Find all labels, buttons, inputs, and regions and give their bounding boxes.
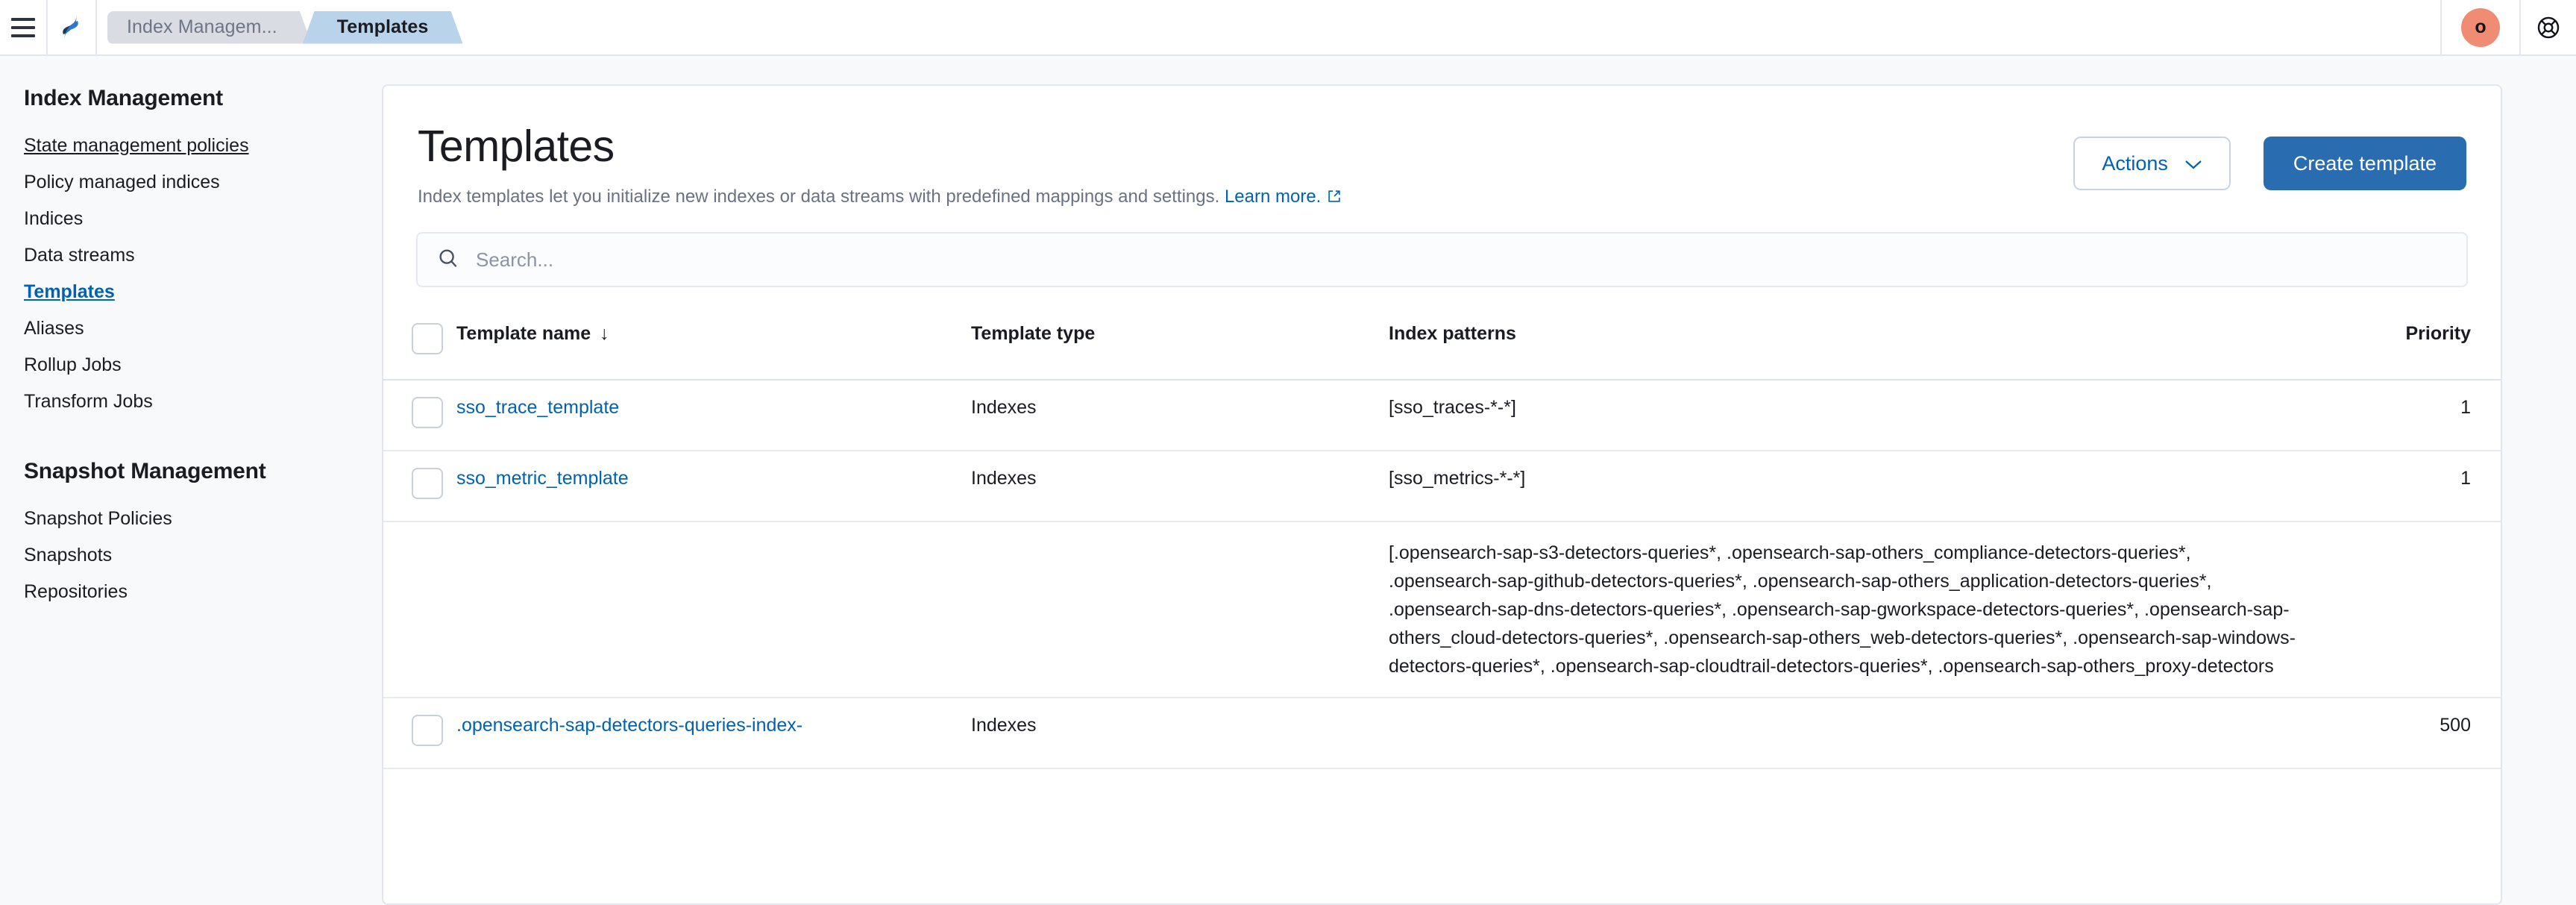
table-row[interactable]: .opensearch-sap-detectors-queries-index-… bbox=[383, 698, 2501, 768]
sidebar-item-policy-managed-indices[interactable]: Policy managed indices bbox=[24, 164, 220, 201]
actions-button[interactable]: Actions bbox=[2073, 137, 2231, 190]
column-header-index-patterns[interactable]: Index patterns bbox=[1380, 308, 2307, 381]
cell-index-patterns bbox=[1380, 698, 2307, 768]
learn-more-link[interactable]: Learn more. bbox=[1225, 187, 1321, 207]
table-header-row: Template name ↓ Template type Index patte… bbox=[383, 308, 2501, 381]
sidebar-item-aliases[interactable]: Aliases bbox=[24, 310, 84, 347]
cell-template-name bbox=[447, 522, 962, 698]
sidebar-item-templates[interactable]: Templates bbox=[24, 274, 115, 310]
avatar-initial: o bbox=[2475, 16, 2487, 37]
search-section bbox=[383, 210, 2501, 287]
sidebar-item-snapshots[interactable]: Snapshots bbox=[24, 537, 112, 574]
table-row[interactable]: sso_trace_template Indexes [sso_traces-*… bbox=[383, 380, 2501, 451]
row-select-cell bbox=[383, 380, 447, 451]
cell-index-patterns: [sso_traces-*-*] bbox=[1389, 397, 1516, 418]
table-row[interactable]: [.opensearch-sap-s3-detectors-queries*, … bbox=[383, 522, 2501, 698]
cell-priority bbox=[2307, 522, 2501, 698]
row-checkbox[interactable] bbox=[412, 397, 443, 428]
column-header-template-type[interactable]: Template type bbox=[962, 308, 1380, 381]
column-header-priority[interactable]: Priority bbox=[2307, 308, 2501, 381]
template-name-link[interactable]: .opensearch-sap-detectors-queries-index- bbox=[456, 715, 802, 736]
select-all-checkbox[interactable] bbox=[412, 323, 443, 354]
external-link-icon bbox=[1327, 187, 1342, 210]
row-select-cell bbox=[383, 698, 447, 768]
sort-descending-icon: ↓ bbox=[600, 323, 609, 344]
nav-right-group: o bbox=[2440, 0, 2576, 55]
search-input[interactable] bbox=[476, 248, 2447, 272]
chevron-down-icon bbox=[2184, 152, 2202, 175]
actions-button-label: Actions bbox=[2102, 151, 2168, 175]
cell-index-patterns: [.opensearch-sap-s3-detectors-queries*, … bbox=[1389, 542, 2296, 677]
hamburger-menu-icon[interactable] bbox=[0, 0, 46, 55]
cell-priority: 500 bbox=[2440, 715, 2471, 736]
sidebar-item-snapshot-policies[interactable]: Snapshot Policies bbox=[24, 501, 172, 537]
row-checkbox[interactable] bbox=[412, 715, 443, 746]
cell-template-name: sso_trace_template bbox=[447, 380, 962, 451]
page-title: Templates bbox=[418, 122, 615, 171]
row-select-cell bbox=[383, 451, 447, 522]
table-row[interactable]: sso_metric_template Indexes [sso_metrics… bbox=[383, 451, 2501, 522]
template-name-link[interactable]: sso_metric_template bbox=[456, 468, 629, 489]
cell-template-type: Indexes bbox=[971, 715, 1037, 736]
top-navigation-bar: Index Managem... Templates o bbox=[0, 0, 2576, 56]
cell-priority: 1 bbox=[2460, 468, 2471, 489]
column-header-template-name[interactable]: Template name ↓ bbox=[447, 308, 962, 381]
cell-template-type: Indexes bbox=[971, 397, 1037, 418]
sidebar-item-rollup-jobs[interactable]: Rollup Jobs bbox=[24, 347, 122, 383]
breadcrumb-item-index-management[interactable]: Index Managem... bbox=[107, 11, 312, 44]
breadcrumb-label: Templates bbox=[336, 16, 429, 37]
sidebar-item-transform-jobs[interactable]: Transform Jobs bbox=[24, 383, 153, 420]
cell-template-type bbox=[962, 522, 1380, 698]
cell-template-type: Indexes bbox=[971, 468, 1037, 489]
templates-panel: Templates Index templates let you initia… bbox=[382, 84, 2502, 905]
row-checkbox[interactable] bbox=[412, 468, 443, 499]
header-actions: Actions Create template bbox=[2073, 122, 2466, 190]
select-all-header bbox=[383, 308, 447, 381]
column-header-label: Template name bbox=[456, 323, 591, 344]
panel-header-text: Templates Index templates let you initia… bbox=[418, 122, 1342, 210]
page-description: Index templates let you initialize new i… bbox=[418, 186, 1342, 210]
sidebar-heading-index-management: Index Management bbox=[24, 86, 223, 110]
breadcrumb: Index Managem... Templates bbox=[97, 0, 462, 55]
sidebar-item-data-streams[interactable]: Data streams bbox=[24, 237, 135, 274]
page-description-text: Index templates let you initialize new i… bbox=[418, 187, 1220, 207]
sidebar-item-state-management-policies[interactable]: State management policies bbox=[24, 128, 249, 164]
breadcrumb-item-templates[interactable]: Templates bbox=[303, 11, 463, 44]
sidebar: Index Management State management polici… bbox=[0, 56, 382, 891]
panel-header: Templates Index templates let you initia… bbox=[383, 86, 2501, 210]
opensearch-logo-icon[interactable] bbox=[48, 0, 95, 55]
search-box[interactable] bbox=[416, 232, 2468, 287]
sidebar-heading-snapshot-management: Snapshot Management bbox=[24, 459, 266, 483]
search-icon bbox=[437, 247, 459, 273]
nav-divider bbox=[2440, 0, 2442, 55]
cell-priority: 1 bbox=[2460, 397, 2471, 418]
sidebar-item-repositories[interactable]: Repositories bbox=[24, 574, 128, 610]
sidebar-item-indices[interactable]: Indices bbox=[24, 201, 83, 237]
templates-table: Template name ↓ Template type Index patte… bbox=[383, 308, 2501, 769]
cell-template-name: .opensearch-sap-detectors-queries-index- bbox=[447, 698, 962, 768]
cell-template-name: sso_metric_template bbox=[447, 451, 962, 522]
lifebuoy-help-icon[interactable] bbox=[2521, 0, 2576, 55]
breadcrumb-label: Index Managem... bbox=[127, 16, 277, 37]
cell-index-patterns: [sso_metrics-*-*] bbox=[1389, 468, 1526, 489]
table-header: Template name ↓ Template type Index patte… bbox=[383, 308, 2501, 381]
template-name-link[interactable]: sso_trace_template bbox=[456, 397, 619, 418]
create-template-button[interactable]: Create template bbox=[2263, 137, 2466, 190]
table-body: sso_trace_template Indexes [sso_traces-*… bbox=[383, 380, 2501, 768]
avatar[interactable]: o bbox=[2461, 7, 2500, 47]
row-select-cell bbox=[383, 522, 447, 698]
